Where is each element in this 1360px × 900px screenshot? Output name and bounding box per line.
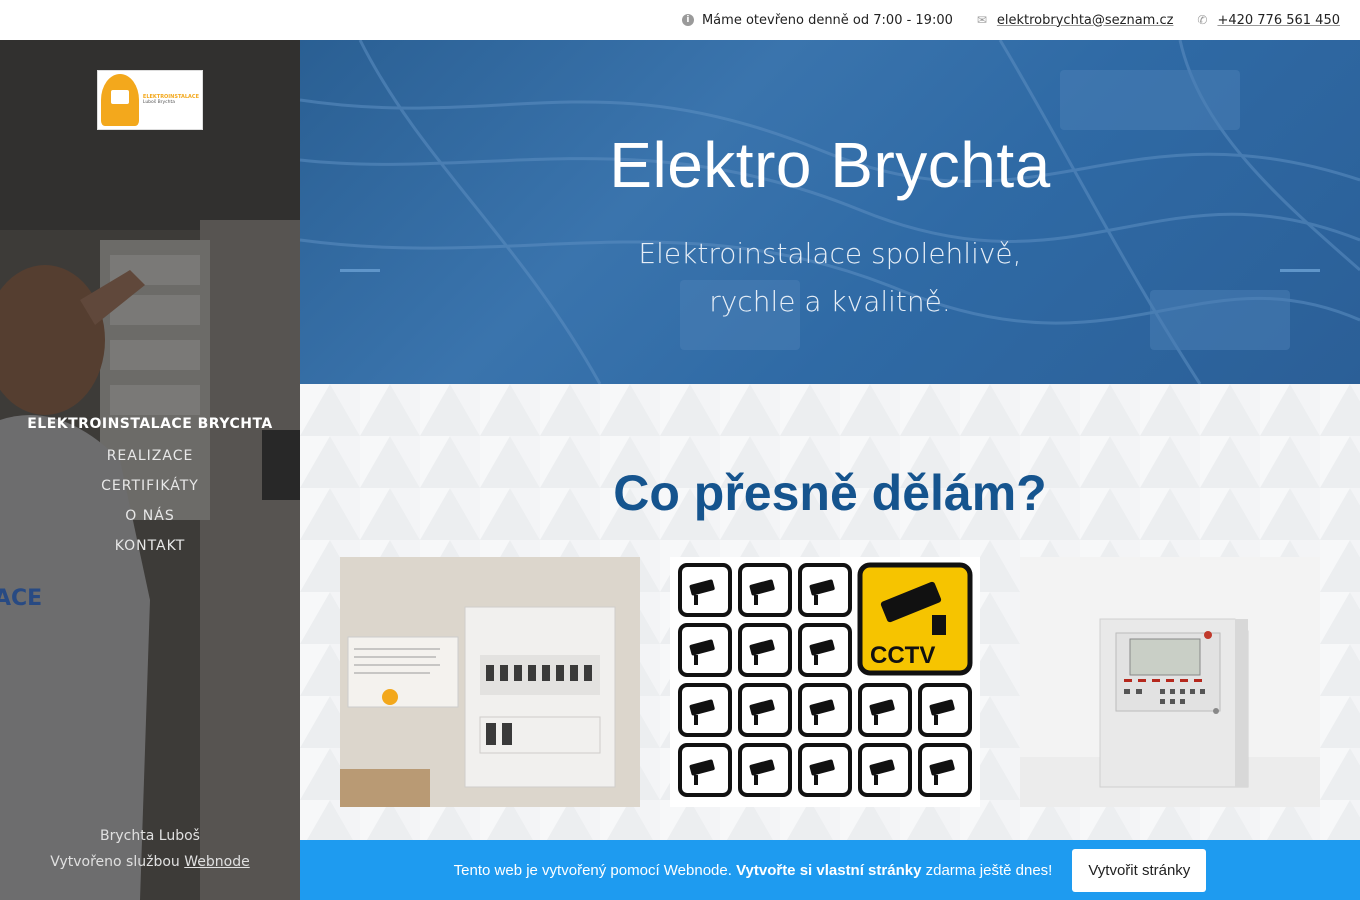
nav-item-o-nas[interactable]: O NÁS (0, 508, 300, 524)
logo-text: ELEKTROINSTALACE Luboš Brychta (143, 94, 199, 106)
alarm-panel-photo (1020, 557, 1320, 807)
footer-created-text: Vytvořeno službou (50, 854, 180, 870)
service-image-alarm-panel[interactable] (1020, 557, 1320, 807)
sidebar: ACE ELEKTROINSTALACE Luboš Brychta ELEKT… (0, 40, 300, 900)
services-heading: Co přesně dělám? (613, 465, 1047, 521)
phone-contact[interactable]: ✆ +420 776 561 450 (1195, 13, 1340, 28)
distribution-board-photo (340, 557, 640, 807)
phone-link[interactable]: +420 776 561 450 (1217, 13, 1340, 28)
hero-subtitle: Elektroinstalace spolehlivě, rychle a kv… (300, 230, 1360, 326)
webnode-footer-link[interactable]: Webnode (184, 854, 249, 870)
logo-line2: Luboš Brychta (142, 100, 176, 105)
nav-item-kontakt[interactable]: KONTAKT (0, 538, 300, 554)
nav-brand-link[interactable]: ELEKTROINSTALACE BRYCHTA (0, 413, 300, 436)
service-image-cctv[interactable]: CCTV (670, 557, 980, 807)
services-section: Co přesně dělám? CCTV (300, 384, 1360, 840)
webnode-promo-banner: Tento web je vytvořený pomocí Webnode. V… (300, 840, 1360, 900)
banner-bold-text: Vytvořte si vlastní stránky (736, 861, 922, 879)
banner-tail-text: zdarma ještě dnes! (925, 861, 1053, 879)
hero-title: Elektro Brychta (609, 129, 1051, 201)
nav-item-certifikaty[interactable]: CERTIFIKÁTY (0, 478, 300, 494)
cctv-icons-graphic: CCTV (670, 557, 980, 807)
email-link[interactable]: elektrobrychta@seznam.cz (997, 13, 1174, 28)
info-icon: i (681, 14, 694, 26)
main-navigation: ELEKTROINSTALACE BRYCHTA REALIZACE CERTI… (0, 413, 300, 554)
opening-hours-text: Máme otevřeno denně od 7:00 - 19:00 (701, 12, 953, 28)
footer-owner-name: Brychta Luboš (100, 828, 200, 844)
create-site-button[interactable]: Vytvořit stránky (1072, 848, 1207, 892)
sidebar-footer: Brychta Luboš Vytvořeno službou Webnode (0, 828, 300, 870)
hero-subtitle-line1: Elektroinstalace spolehlivě, (638, 237, 1022, 270)
hero-wires-background (300, 40, 1360, 384)
hero-subtitle-line2: rychle a kvalitně. (709, 285, 951, 318)
banner-text: Tento web je vytvořený pomocí Webnode. (453, 861, 732, 879)
service-image-distribution-board[interactable] (340, 557, 640, 807)
phone-icon: ✆ (1197, 13, 1208, 27)
nav-item-realizace[interactable]: REALIZACE (0, 448, 300, 464)
email-contact[interactable]: ✉ elektrobrychta@seznam.cz (975, 13, 1174, 28)
cctv-label: CCTV (870, 642, 935, 669)
footer-created-by: Vytvořeno službou Webnode (0, 854, 300, 870)
logo-badge-icon (101, 74, 139, 126)
opening-hours: i Máme otevřeno denně od 7:00 - 19:00 (681, 12, 953, 28)
hero-banner: Elektro Brychta Elektroinstalace spolehl… (300, 40, 1360, 384)
envelope-icon: ✉ (976, 13, 987, 27)
company-logo[interactable]: ELEKTROINSTALACE Luboš Brychta (97, 70, 203, 130)
banner-message: Tento web je vytvořený pomocí Webnode. V… (454, 862, 1053, 879)
top-contact-bar: i Máme otevřeno denně od 7:00 - 19:00 ✉ … (0, 0, 1360, 40)
